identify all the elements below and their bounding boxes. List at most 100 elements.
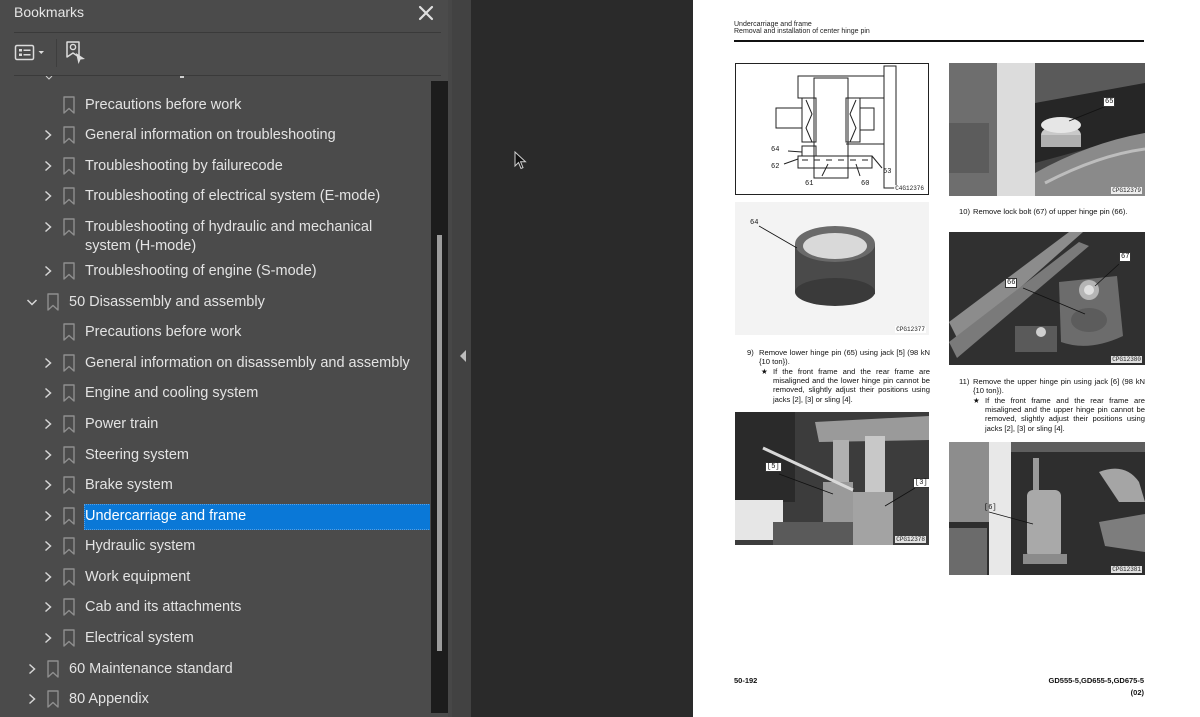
- scrollbar-thumb[interactable]: [437, 235, 442, 651]
- bookmark-item[interactable]: Troubleshooting of hydraulic and mechani…: [0, 212, 430, 256]
- chevron-down-icon[interactable]: [26, 295, 38, 309]
- revision-number: (02): [1130, 688, 1144, 697]
- chevron-right-icon[interactable]: [42, 539, 54, 553]
- chevron-right-icon[interactable]: [42, 189, 54, 203]
- chevron-right-icon[interactable]: [42, 417, 54, 431]
- bookmarks-toolbar: [0, 33, 452, 75]
- bookmark-icon: [62, 384, 76, 402]
- chevron-right-icon[interactable]: [26, 692, 38, 706]
- page-header-section: Undercarriage and frame: [734, 21, 812, 28]
- callout-65: 65: [1103, 97, 1116, 107]
- bookmark-item[interactable]: Steering system: [0, 440, 430, 470]
- step-11: 11) Remove the upper hinge pin using jac…: [959, 377, 1145, 437]
- close-button[interactable]: [415, 2, 437, 24]
- panel-header: Bookmarks: [0, 0, 452, 32]
- collapse-panel-button[interactable]: [458, 348, 468, 362]
- partially-hidden-bookmark: [40, 76, 240, 80]
- bookmark-item[interactable]: Undercarriage and frame: [0, 501, 430, 531]
- note-star-icon: ★: [761, 367, 768, 376]
- figure-code: C4G12376: [894, 185, 925, 192]
- step-number: 10): [959, 207, 970, 216]
- callout-64: 64: [771, 146, 780, 154]
- callout-jack-3: [3]: [913, 478, 929, 488]
- bookmark-label: Electrical system: [85, 630, 194, 646]
- bookmark-label: 50 Disassembly and assembly: [69, 294, 265, 310]
- bookmark-item[interactable]: Precautions before work: [0, 317, 430, 347]
- callout-61: 61: [805, 180, 814, 188]
- chevron-right-icon[interactable]: [42, 264, 54, 278]
- bookmark-item[interactable]: 60 Maintenance standard: [0, 654, 430, 684]
- bookmark-item[interactable]: Brake system: [0, 470, 430, 500]
- bookmark-icon: [62, 537, 76, 555]
- figure-photo-bushing: 64 CPG12377: [735, 202, 929, 335]
- find-current-bookmark-icon: [66, 41, 85, 64]
- chevron-right-icon[interactable]: [42, 478, 54, 492]
- bookmark-label: Undercarriage and frame: [85, 508, 247, 524]
- bookmark-item[interactable]: Troubleshooting of electrical system (E-…: [0, 181, 430, 211]
- bookmark-label: 80 Appendix: [69, 691, 149, 707]
- panel-title: Bookmarks: [14, 4, 85, 20]
- bookmark-item[interactable]: Work equipment: [0, 562, 430, 592]
- note-star-icon: ★: [973, 396, 980, 405]
- chevron-right-icon[interactable]: [42, 509, 54, 523]
- bookmark-item[interactable]: General information on troubleshooting: [0, 120, 430, 150]
- chevron-right-icon[interactable]: [42, 600, 54, 614]
- bookmark-label: Precautions before work: [85, 324, 242, 340]
- step-text: Remove lock bolt (67) of upper hinge pin…: [973, 207, 1128, 216]
- figure-photo-jack-6: [6] CPG12381: [949, 442, 1145, 575]
- callout-67: 67: [1119, 252, 1132, 262]
- clipped-row-fragment: [45, 76, 184, 80]
- bookmark-item[interactable]: Engine and cooling system: [0, 378, 430, 408]
- bookmark-item[interactable]: Troubleshooting of engine (S-mode): [0, 256, 430, 286]
- step-note: If the front frame and the rear frame ar…: [773, 367, 930, 404]
- bookmark-label: Precautions before work: [85, 97, 242, 113]
- step-text: Remove the upper hinge pin using jack [6…: [973, 377, 1145, 396]
- chevron-right-icon[interactable]: [42, 220, 54, 234]
- toolbar-divider: [56, 39, 57, 67]
- options-menu-button[interactable]: [14, 42, 48, 64]
- chevron-right-icon[interactable]: [42, 631, 54, 645]
- callout-jack-5: [5]: [765, 462, 782, 472]
- bookmark-item[interactable]: 80 Appendix: [0, 684, 430, 714]
- bookmarks-panel: Bookmarks Precautions before work Genera…: [0, 0, 452, 717]
- bookmark-label: General information on disassembly and a…: [85, 355, 410, 371]
- bookmark-item[interactable]: Precautions before work: [0, 90, 430, 120]
- callout-jack-6: [6]: [984, 504, 997, 512]
- hinge-assembly-drawing: [775, 65, 897, 189]
- bookmark-icon: [62, 476, 76, 494]
- chevron-right-icon[interactable]: [42, 159, 54, 173]
- bookmark-label: Troubleshooting of engine (S-mode): [85, 263, 317, 279]
- bookmark-item[interactable]: General information on disassembly and a…: [0, 348, 430, 378]
- bookmark-icon: [62, 157, 76, 175]
- chevron-right-icon[interactable]: [42, 386, 54, 400]
- find-current-bookmark-button[interactable]: [64, 40, 88, 66]
- chevron-right-icon[interactable]: [42, 128, 54, 142]
- bookmark-icon: [62, 354, 76, 372]
- callout-60: 60: [861, 180, 870, 188]
- bookmark-item[interactable]: 50 Disassembly and assembly: [0, 287, 430, 317]
- bookmark-label: Work equipment: [85, 569, 191, 585]
- callout-62: 62: [771, 163, 780, 171]
- bookmark-icon: [62, 568, 76, 586]
- bookmark-label: Steering system: [85, 447, 189, 463]
- bookmark-label: Power train: [85, 416, 159, 432]
- bookmark-icon: [62, 126, 76, 144]
- bookmark-item[interactable]: Hydraulic system: [0, 531, 430, 561]
- chevron-right-icon[interactable]: [42, 356, 54, 370]
- bookmark-icon: [62, 323, 76, 341]
- chevron-right-icon[interactable]: [26, 662, 38, 676]
- photo-lower-hinge-pin: [949, 63, 1145, 196]
- page-number: 50-192: [734, 676, 758, 685]
- bookmark-item[interactable]: Troubleshooting by failurecode: [0, 151, 430, 181]
- chevron-right-icon[interactable]: [42, 570, 54, 584]
- bookmark-icon: [46, 690, 60, 708]
- bookmark-item[interactable]: Electrical system: [0, 623, 430, 653]
- bookmark-item[interactable]: Power train: [0, 409, 430, 439]
- bookmark-icon: [62, 629, 76, 647]
- chevron-right-icon[interactable]: [42, 448, 54, 462]
- bookmark-icon: [46, 293, 60, 311]
- bookmark-item[interactable]: Cab and its attachments: [0, 592, 430, 622]
- bookmark-icon: [46, 660, 60, 678]
- bookmark-label: Brake system: [85, 477, 173, 493]
- header-rule: [734, 40, 1144, 42]
